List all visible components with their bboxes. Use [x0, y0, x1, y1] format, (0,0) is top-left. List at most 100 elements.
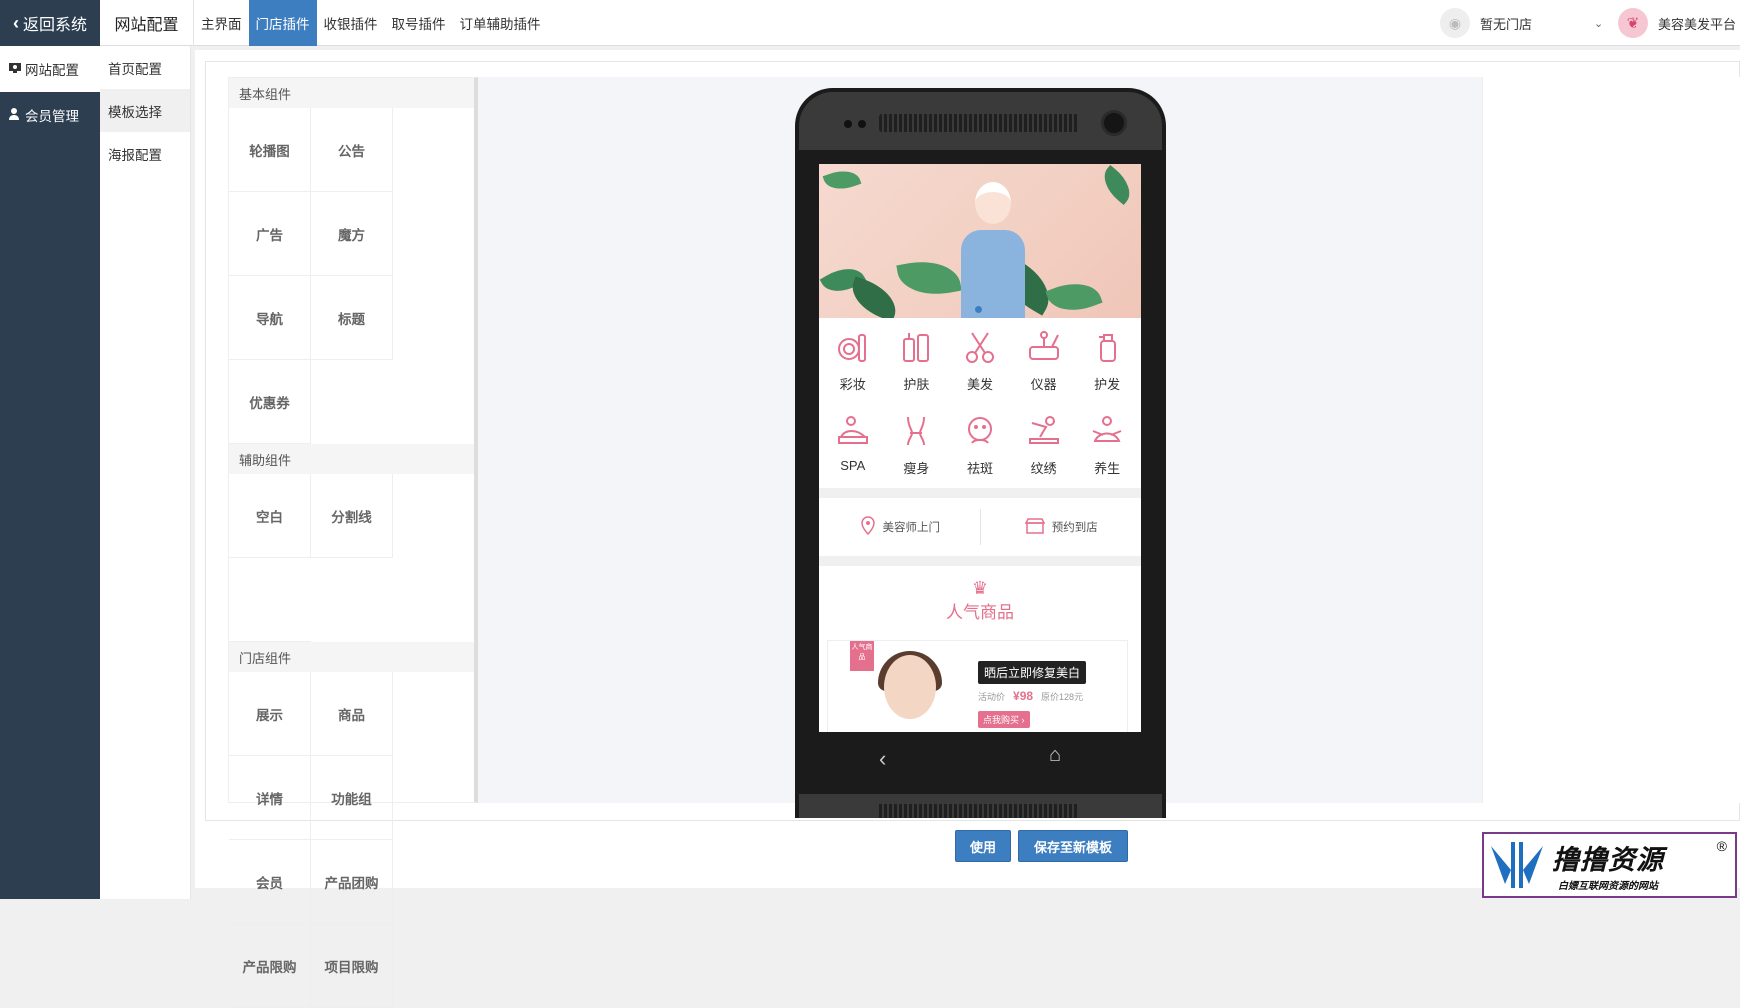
hot-ribbon: 人气商品: [850, 641, 874, 671]
category-spot[interactable]: 祛斑: [948, 410, 1012, 494]
tab-store-plugin[interactable]: 门店插件: [248, 0, 317, 46]
section-divider: [819, 556, 1141, 566]
platform-name: 美容美发平台: [1658, 16, 1737, 32]
scissors-icon: [959, 326, 1001, 368]
category-spa[interactable]: SPA: [821, 410, 885, 494]
home-nav-icon: ⌂: [1049, 744, 1062, 766]
component-cube[interactable]: 魔方: [311, 192, 393, 276]
component-coupon[interactable]: 优惠券: [229, 360, 311, 444]
component-goods[interactable]: 商品: [311, 672, 393, 756]
skincare-icon: [895, 326, 937, 368]
instrument-icon: [1023, 326, 1065, 368]
store-selector[interactable]: ◉ 暂无门店 ⌄: [1440, 8, 1603, 38]
platform-menu[interactable]: ❦ 美容美发平台: [1618, 8, 1736, 38]
user-icon: [8, 107, 22, 124]
tattoo-icon: [1023, 410, 1065, 452]
category-skincare[interactable]: 护肤: [885, 326, 949, 410]
category-label: 护肤: [903, 377, 930, 392]
makeup-icon: [832, 326, 874, 368]
service-book-store[interactable]: 预约到店: [981, 517, 1142, 538]
tab-cashier-plugin[interactable]: 收银插件: [317, 0, 385, 46]
component-blank[interactable]: 空白: [229, 474, 311, 558]
promo-card[interactable]: 人气商品 晒后立即修复美白 活动价 ¥98 原价128元 点我购买 ›: [827, 640, 1128, 732]
slimming-icon: [895, 410, 937, 452]
category-hair[interactable]: 美发: [948, 326, 1012, 410]
category-label: 瘦身: [903, 461, 930, 476]
store-components-title: 门店组件: [229, 642, 474, 672]
chevron-left-icon: ‹: [12, 12, 19, 33]
hot-products-title: 人气商品: [946, 602, 1014, 622]
aux-components-title: 辅助组件: [229, 444, 474, 474]
category-label: 纹绣: [1030, 461, 1057, 476]
subnav-template-select[interactable]: 模板选择: [100, 89, 190, 132]
subnav-home-config[interactable]: 首页配置: [100, 46, 190, 89]
category-label: 护发: [1094, 377, 1121, 392]
tab-queue-plugin[interactable]: 取号插件: [385, 0, 453, 46]
sub-nav: 首页配置 模板选择 海报配置: [100, 46, 191, 899]
back-nav-icon: ‹: [879, 746, 887, 771]
sidebar-item-member[interactable]: 会员管理: [0, 92, 100, 138]
category-instrument[interactable]: 仪器: [1012, 326, 1076, 410]
service-bar: 美容师上门 预约到店: [819, 498, 1141, 556]
phone-mockup: 彩妆 护肤 美发 仪器 护发 SPA 瘦身 祛斑 纹绣 养生 美容师上门 预约到…: [795, 88, 1166, 818]
component-display[interactable]: 展示: [229, 672, 311, 756]
use-button[interactable]: 使用: [955, 830, 1011, 862]
component-divider[interactable]: 分割线: [311, 474, 393, 558]
subnav-poster-config[interactable]: 海报配置: [100, 132, 190, 175]
store-icon: [1024, 517, 1046, 538]
original-price: 原价128元: [1041, 691, 1084, 702]
section-divider: [819, 488, 1141, 498]
carousel-banner[interactable]: [819, 164, 1141, 322]
site-config-title[interactable]: 网站配置: [100, 0, 194, 46]
phone-top-bezel: [799, 92, 1162, 150]
component-ad[interactable]: 广告: [229, 192, 311, 276]
back-to-system-button[interactable]: ‹ 返回系统: [0, 0, 100, 46]
save-new-template-button[interactable]: 保存至新模板: [1018, 830, 1128, 862]
sidebar-item-site-config[interactable]: 网站配置: [0, 46, 100, 92]
tab-main[interactable]: 主界面: [194, 0, 249, 46]
monitor-icon: [8, 61, 22, 78]
basic-components-grid: 轮播图 公告 广告 魔方 导航 标题 优惠券: [229, 108, 474, 444]
component-nav[interactable]: 导航: [229, 276, 311, 360]
category-slimming[interactable]: 瘦身: [885, 410, 949, 494]
carousel-indicator[interactable]: [975, 306, 982, 313]
category-haircare[interactable]: 护发: [1075, 326, 1139, 410]
banner-illustration: [947, 182, 1037, 318]
store-avatar: ◉: [1440, 8, 1470, 38]
category-nav: 彩妆 护肤 美发 仪器 护发 SPA 瘦身 祛斑 纹绣 养生: [819, 318, 1141, 488]
empty-cell: [229, 558, 311, 642]
category-makeup[interactable]: 彩妆: [821, 326, 885, 410]
component-product-limit[interactable]: 产品限购: [229, 924, 311, 1008]
component-title[interactable]: 标题: [311, 276, 393, 360]
camera-icon: [1101, 110, 1127, 136]
sensor-dots: [844, 120, 866, 128]
tab-order-plugin[interactable]: 订单辅助插件: [453, 0, 548, 46]
sidebar-item-label: 会员管理: [25, 109, 79, 124]
phone-bottom-bezel: [799, 794, 1162, 818]
buy-now-button[interactable]: 点我购买 ›: [978, 711, 1030, 728]
watermark-logo: 撸撸资源 白嫖互联网资源的网站 ®: [1482, 832, 1737, 898]
promo-title: 晒后立即修复美白: [978, 661, 1087, 684]
chevron-down-icon: ⌄: [1594, 17, 1604, 30]
crown-icon: ♛: [971, 577, 989, 598]
category-wellness[interactable]: 养生: [1075, 410, 1139, 494]
back-label: 返回系统: [22, 17, 87, 34]
service-label: 预约到店: [1051, 522, 1098, 534]
service-home-visit[interactable]: 美容师上门: [819, 515, 980, 539]
top-nav: 主界面 门店插件 收银插件 取号插件 订单辅助插件: [194, 0, 548, 46]
registered-mark: ®: [1716, 838, 1727, 854]
aux-components-grid: 空白 分割线: [229, 474, 474, 642]
component-notice[interactable]: 公告: [311, 108, 393, 192]
phone-screen[interactable]: 彩妆 护肤 美发 仪器 护发 SPA 瘦身 祛斑 纹绣 养生 美容师上门 预约到…: [819, 164, 1141, 732]
phone-nav-bar: ‹ ⌂: [799, 736, 1162, 796]
component-function-group[interactable]: 功能组: [311, 756, 393, 840]
logo-icon: [1484, 835, 1550, 895]
component-carousel[interactable]: 轮播图: [229, 108, 311, 192]
basic-components-title: 基本组件: [229, 78, 474, 108]
component-detail[interactable]: 详情: [229, 756, 311, 840]
category-tattoo[interactable]: 纹绣: [1012, 410, 1076, 494]
sidebar: 网站配置 会员管理: [0, 46, 100, 899]
category-label: 仪器: [1030, 377, 1057, 392]
component-project-limit[interactable]: 项目限购: [311, 924, 393, 1008]
haircare-icon: [1086, 326, 1128, 368]
